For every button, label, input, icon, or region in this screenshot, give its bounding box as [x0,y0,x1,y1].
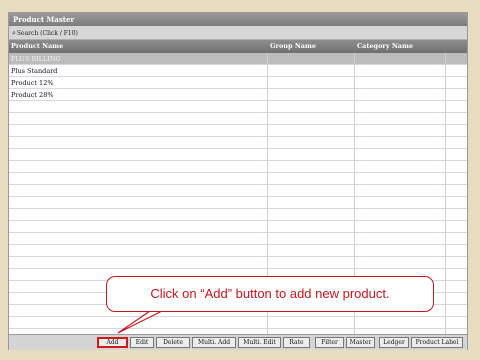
table-row[interactable]: Plus Standard [9,65,467,77]
empty-table-row[interactable] [9,161,467,173]
product-name-cell: Product 12% [11,79,54,87]
search-label: Search (Click / F10) [16,30,78,37]
empty-table-row[interactable] [9,173,467,185]
delete-button[interactable]: Delete [156,337,190,348]
column-header-group-name[interactable]: Group Name [268,40,316,53]
callout-text: Click on “Add” button to add new product… [150,286,390,301]
button-toolbar: Add Edit Delete Multi. Add Multi. Edit R… [9,334,467,350]
table-row[interactable]: Product 28% [9,89,467,101]
product-name-cell: Product 28% [11,91,54,99]
table-row[interactable]: Product 12% [9,77,467,89]
empty-table-row[interactable] [9,137,467,149]
empty-table-row[interactable] [9,317,467,329]
product-name-cell: PLUS BILLING [11,55,61,63]
empty-table-row[interactable] [9,185,467,197]
edit-button[interactable]: Edit [130,337,154,348]
empty-table-row[interactable] [9,221,467,233]
master-button[interactable]: Master [346,337,375,348]
filter-button[interactable]: Filter [315,337,344,348]
column-divider [445,53,446,334]
empty-table-row[interactable] [9,113,467,125]
column-header-category-name[interactable]: Category Name [355,40,413,53]
search-bar[interactable]: ⌕Search (Click / F10) [9,26,467,40]
empty-table-row[interactable] [9,209,467,221]
empty-table-row[interactable] [9,233,467,245]
window-title: Product Master [9,13,467,26]
empty-table-row[interactable] [9,149,467,161]
empty-table-row[interactable] [9,257,467,269]
multi-edit-button[interactable]: Multi. Edit [238,337,281,348]
rate-button[interactable]: Rate [283,337,310,348]
ledger-button[interactable]: Ledger [379,337,409,348]
search-icon: ⌕ [12,29,16,37]
empty-table-row[interactable] [9,125,467,137]
empty-table-row[interactable] [9,101,467,113]
table-group-row[interactable]: PLUS BILLING [9,53,467,65]
table-header: Product Name Group Name Category Name [9,40,467,53]
column-header-product-name[interactable]: Product Name [9,40,63,53]
empty-table-row[interactable] [9,197,467,209]
multi-add-button[interactable]: Multi. Add [192,337,236,348]
instruction-callout: Click on “Add” button to add new product… [106,276,434,312]
product-label-button[interactable]: Product Label [411,337,463,348]
empty-table-row[interactable] [9,245,467,257]
add-button[interactable]: Add [97,337,128,348]
product-name-cell: Plus Standard [11,67,58,75]
